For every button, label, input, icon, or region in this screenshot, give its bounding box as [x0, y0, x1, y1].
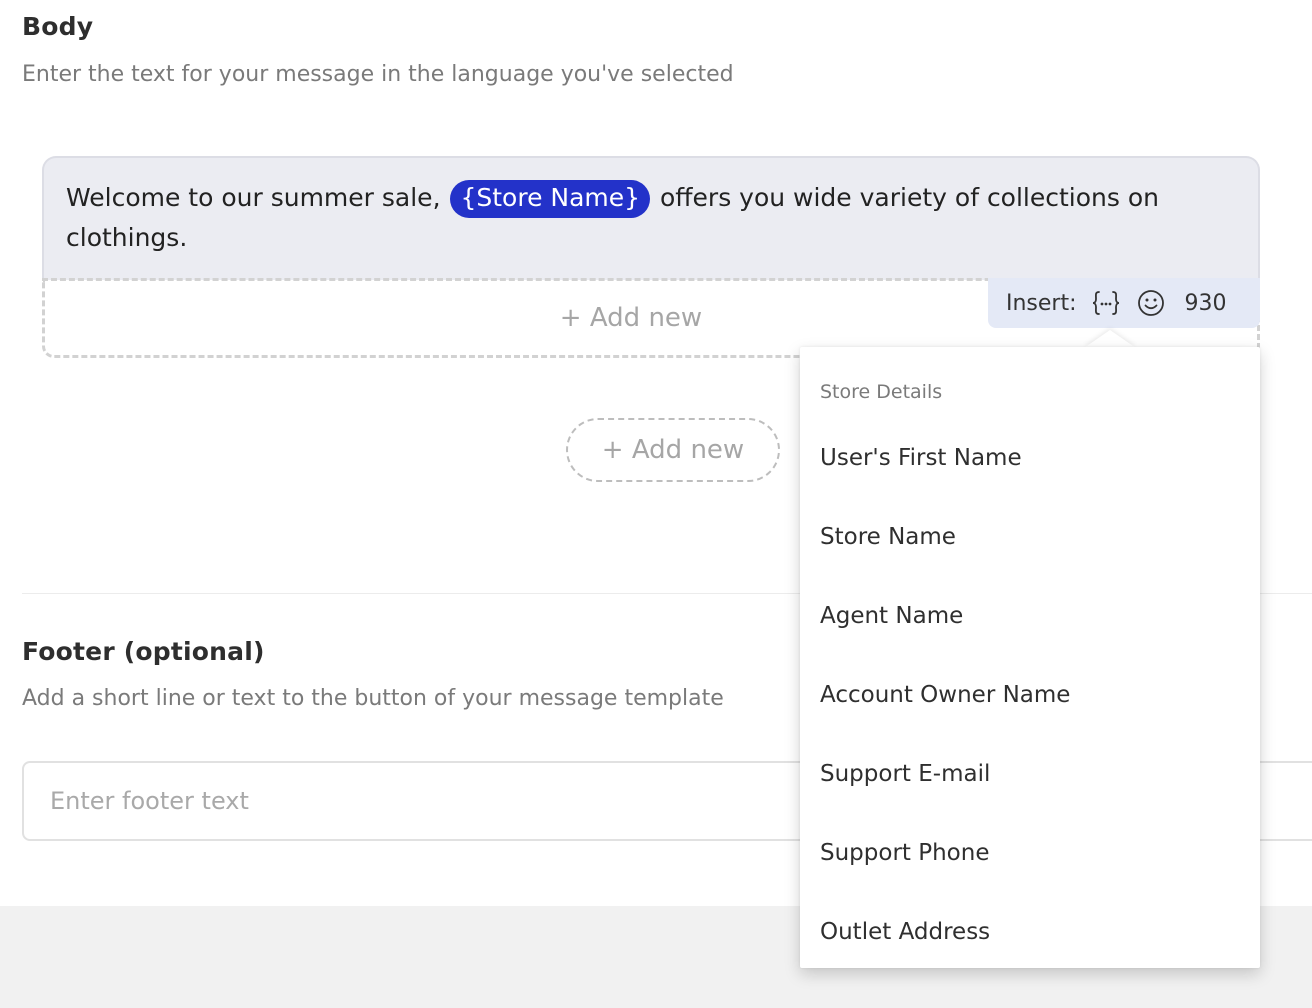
dropdown-item-users-first-name[interactable]: User's First Name [820, 445, 1022, 471]
dropdown-item-support-email[interactable]: Support E-mail [820, 761, 990, 787]
dropdown-item-store-name[interactable]: Store Name [820, 524, 956, 550]
insert-label: Insert: [1006, 290, 1077, 316]
body-section-title: Body [22, 12, 94, 41]
add-new-body-label: + Add new [559, 303, 703, 333]
body-text-field[interactable]: Welcome to our summer sale, {Store Name}… [42, 156, 1260, 280]
insert-toolbar: Insert: 930 [988, 278, 1260, 328]
dropdown-item-agent-name[interactable]: Agent Name [820, 603, 963, 629]
add-new-button[interactable]: + Add new [566, 418, 780, 482]
curly-braces-icon[interactable] [1091, 289, 1121, 317]
dropdown-item-outlet-address[interactable]: Outlet Address [820, 919, 990, 945]
dropdown-group-header: Store Details [820, 381, 943, 403]
body-section-subtitle: Enter the text for your message in the l… [22, 62, 734, 87]
variables-dropdown: Store Details User's First Name Store Na… [800, 347, 1260, 968]
add-new-label: + Add new [601, 435, 745, 465]
message-text-before: Welcome to our summer sale, [66, 183, 449, 212]
dropdown-pointer [1084, 330, 1136, 348]
footer-section-title: Footer (optional) [22, 637, 265, 666]
footer-section-subtitle: Add a short line or text to the button o… [22, 686, 724, 711]
dropdown-item-support-phone[interactable]: Support Phone [820, 840, 989, 866]
smiley-icon[interactable] [1137, 289, 1165, 317]
template-editor-page: Body Enter the text for your message in … [0, 0, 1312, 1008]
variable-chip[interactable]: {Store Name} [450, 180, 651, 218]
character-count: 930 [1184, 290, 1227, 316]
dropdown-item-account-owner-name[interactable]: Account Owner Name [820, 682, 1070, 708]
